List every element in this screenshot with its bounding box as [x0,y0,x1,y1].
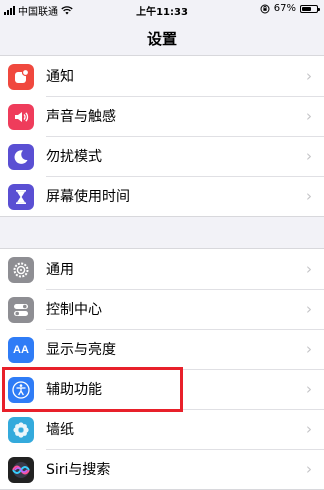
settings-row-label: 通用 [46,262,74,278]
settings-row-wallpaper[interactable]: 墙纸 › [0,409,324,449]
settings-row-display-brightness[interactable]: AA 显示与亮度 › [0,329,324,369]
toggles-icon [8,297,34,323]
settings-row-label: Siri与搜索 [46,462,111,478]
battery-fill [302,6,312,11]
chevron-right-icon: › [306,147,312,165]
chevron-right-icon: › [306,380,312,398]
settings-row-label: 显示与亮度 [46,342,116,358]
sounds-icon [8,104,34,130]
settings-row-general[interactable]: 通用 › [0,249,324,289]
text-size-icon-glyph: AA [13,344,29,356]
notifications-icon [8,64,34,90]
settings-row-do-not-disturb[interactable]: 勿扰模式 › [0,136,324,176]
chevron-right-icon: › [306,67,312,85]
settings-row-siri-search[interactable]: Siri与搜索 › [0,449,324,489]
battery-percent: 67% [273,3,296,14]
settings-row-sounds[interactable]: 声音与触感 › [0,96,324,136]
page-title: 设置 [146,30,177,48]
chevron-right-icon: › [306,187,312,205]
settings-row-label: 声音与触感 [46,109,116,125]
gear-icon [8,257,34,283]
chevron-right-icon: › [306,260,312,278]
battery-icon [300,4,320,13]
chevron-right-icon: › [306,340,312,358]
settings-row-control-center[interactable]: 控制中心 › [0,289,324,329]
settings-row-accessibility[interactable]: 辅助功能 › [0,369,324,409]
status-bar: 中国联通 上午11:33 67% [0,0,324,20]
settings-row-label: 控制中心 [46,302,102,318]
text-size-icon: AA [8,337,34,363]
settings-row-label: 墙纸 [46,422,74,438]
settings-row-label: 勿扰模式 [46,149,102,165]
accessibility-icon [8,377,34,403]
chevron-right-icon: › [306,107,312,125]
settings-group-1: 通知 › 声音与触感 › 勿扰模式 › 屏幕使用时间 › [0,55,324,217]
hourglass-icon [8,184,34,210]
orientation-lock-icon [260,4,270,13]
settings-row-label: 辅助功能 [46,382,102,398]
settings-group-2: 通用 › 控制中心 › AA 显示与亮度 › 辅助功能 › 墙纸 › Siri与… [0,248,324,490]
chevron-right-icon: › [306,460,312,478]
settings-row-screen-time[interactable]: 屏幕使用时间 › [0,176,324,216]
chevron-right-icon: › [306,420,312,438]
siri-icon [8,457,34,483]
status-right: 67% [260,3,320,14]
chevron-right-icon: › [306,300,312,318]
moon-icon [8,144,34,170]
wallpaper-flower-icon [8,417,34,443]
settings-row-label: 屏幕使用时间 [46,189,130,205]
settings-row-label: 通知 [46,69,74,85]
settings-row-notifications[interactable]: 通知 › [0,56,324,96]
